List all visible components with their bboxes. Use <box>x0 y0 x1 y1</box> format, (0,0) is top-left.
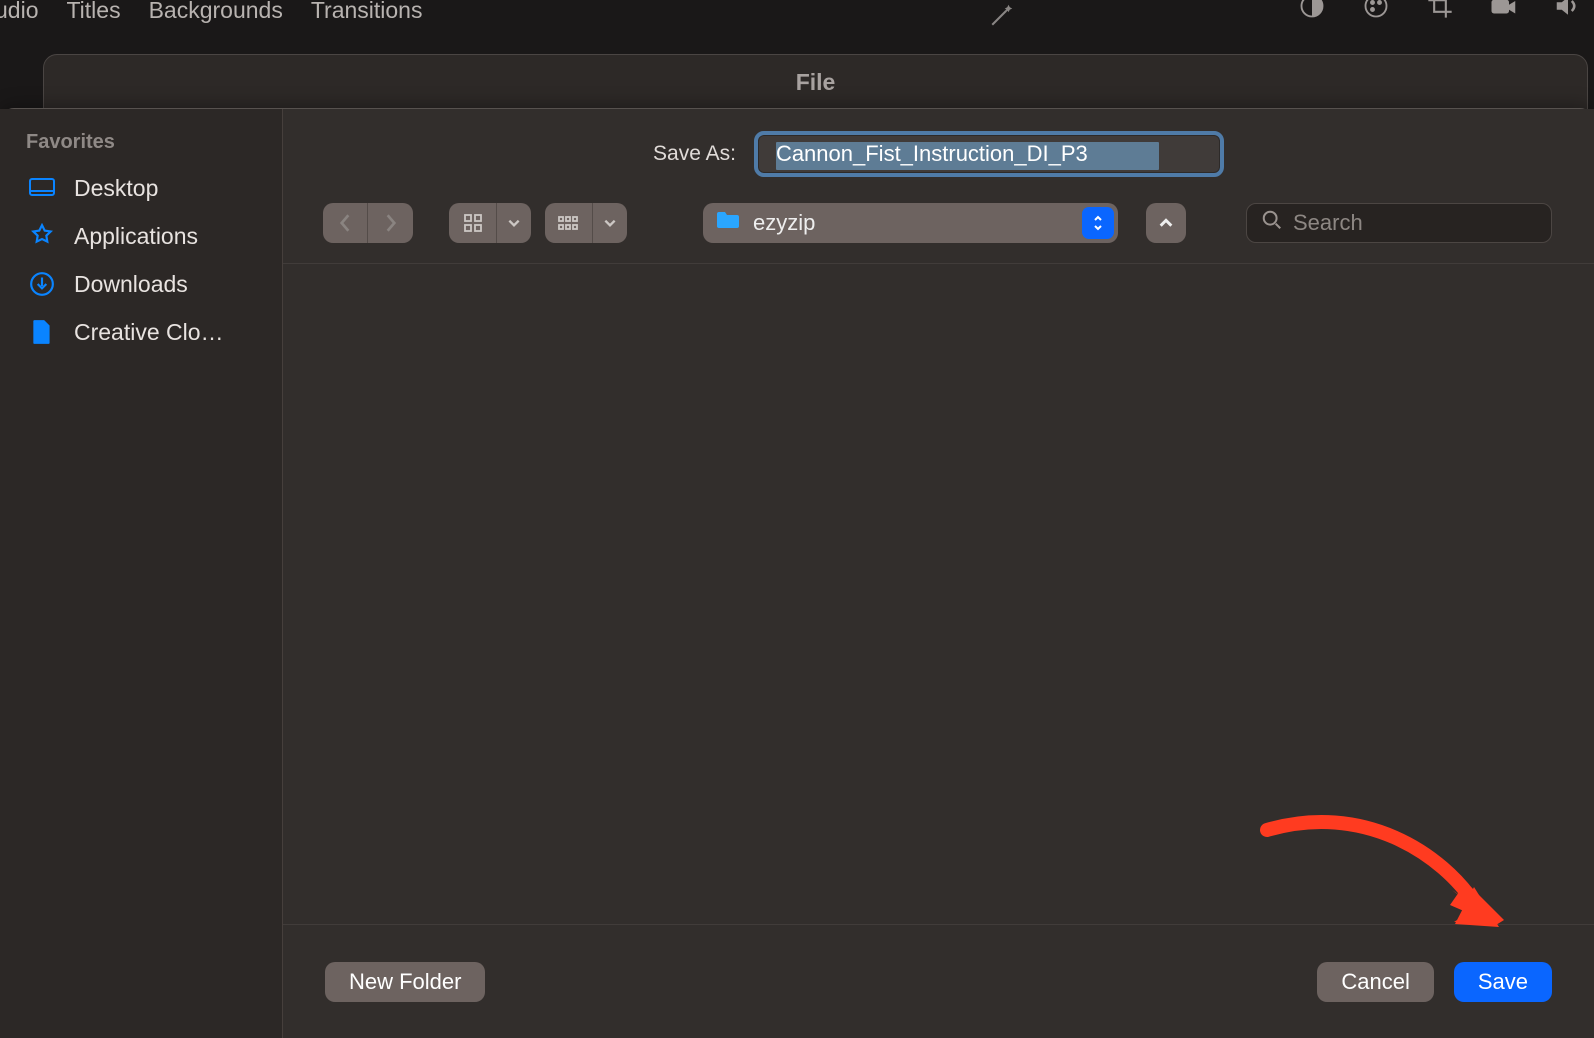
updown-chevron-icon <box>1082 207 1114 239</box>
folder-icon <box>715 209 741 237</box>
contrast-icon[interactable] <box>1296 0 1328 22</box>
view-group[interactable] <box>545 203 627 243</box>
sidebar-item-creative-cloud[interactable]: Creative Clo… <box>0 308 282 356</box>
cancel-button[interactable]: Cancel <box>1317 962 1433 1002</box>
file-icon <box>28 318 56 346</box>
window-title: File <box>44 55 1587 110</box>
menu-item[interactable]: Titles <box>66 0 120 21</box>
host-app-toolbar <box>1296 0 1584 22</box>
palette-icon[interactable] <box>1360 0 1392 22</box>
host-app-menubar: udio Titles Backgrounds Transitions <box>0 0 965 21</box>
sidebar-item-label: Desktop <box>74 175 158 202</box>
save-as-value: Cannon_Fist_Instruction_DI_P3 <box>772 141 1088 167</box>
downloads-icon <box>28 270 56 298</box>
menu-item[interactable]: udio <box>0 0 38 21</box>
camera-icon[interactable] <box>1488 0 1520 22</box>
save-as-field[interactable]: Cannon_Fist_Instruction_DI_P3 <box>754 131 1224 177</box>
file-browser-area[interactable] <box>283 263 1594 924</box>
sidebar-item-desktop[interactable]: Desktop <box>0 164 282 212</box>
chevron-down-icon <box>497 203 531 243</box>
toolbar: ezyzip Search <box>283 195 1594 263</box>
save-as-label: Save As: <box>653 142 736 166</box>
save-button[interactable]: Save <box>1454 962 1552 1002</box>
sidebar-item-label: Downloads <box>74 271 188 298</box>
dialog-footer: New Folder Cancel Save <box>283 924 1594 1038</box>
desktop-icon <box>28 174 56 202</box>
volume-icon[interactable] <box>1552 0 1584 22</box>
menu-item[interactable]: Transitions <box>311 0 423 21</box>
grid-icon <box>449 203 497 243</box>
search-icon <box>1261 209 1283 237</box>
forward-button[interactable] <box>368 203 413 243</box>
nav-back-forward <box>323 203 413 243</box>
sidebar-item-downloads[interactable]: Downloads <box>0 260 282 308</box>
search-placeholder: Search <box>1293 210 1363 236</box>
folder-name: ezyzip <box>753 210 815 236</box>
sidebar-item-label: Creative Clo… <box>74 319 224 346</box>
back-button[interactable] <box>323 203 368 243</box>
collapse-button[interactable] <box>1146 203 1186 243</box>
sidebar-item-applications[interactable]: Applications <box>0 212 282 260</box>
search-field[interactable]: Search <box>1246 203 1552 243</box>
crop-icon[interactable] <box>1424 0 1456 22</box>
sidebar-item-label: Applications <box>74 223 198 250</box>
new-folder-button[interactable]: New Folder <box>325 962 485 1002</box>
sidebar-heading: Favorites <box>0 131 282 164</box>
group-icon <box>545 203 593 243</box>
menu-item[interactable]: Backgrounds <box>149 0 283 21</box>
wand-icon[interactable] <box>985 0 1017 32</box>
chevron-down-icon <box>593 203 627 243</box>
applications-icon <box>28 222 56 250</box>
sidebar: Favorites Desktop Applications Downloads <box>0 109 283 1038</box>
folder-dropdown[interactable]: ezyzip <box>703 203 1118 243</box>
save-dialog: Favorites Desktop Applications Downloads <box>0 108 1594 1038</box>
view-mode-grid[interactable] <box>449 203 531 243</box>
